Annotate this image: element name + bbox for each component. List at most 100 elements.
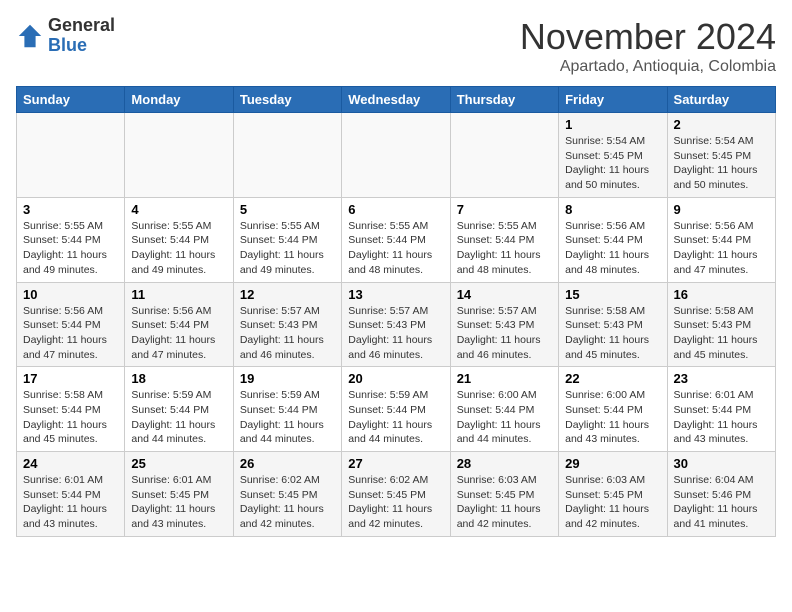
day-info: Sunrise: 5:55 AM Sunset: 5:44 PM Dayligh… bbox=[23, 219, 118, 278]
day-number: 7 bbox=[457, 202, 552, 217]
weekday-header: Thursday bbox=[450, 87, 558, 113]
calendar-week-row: 17 Sunrise: 5:58 AM Sunset: 5:44 PM Dayli… bbox=[17, 367, 776, 452]
calendar-cell: 14Sunrise: 5:57 AM Sunset: 5:43 PM Dayli… bbox=[450, 282, 558, 367]
calendar-cell: 29 Sunrise: 6:03 AM Sunset: 5:45 PM Dayli… bbox=[559, 452, 667, 537]
day-info: Sunrise: 5:57 AM Sunset: 5:43 PM Dayligh… bbox=[348, 304, 443, 363]
day-info: Sunrise: 5:55 AM Sunset: 5:44 PM Dayligh… bbox=[457, 219, 552, 278]
calendar-cell: 19 Sunrise: 5:59 AM Sunset: 5:44 PM Dayli… bbox=[233, 367, 341, 452]
day-info: Sunrise: 5:56 AM Sunset: 5:44 PM Dayligh… bbox=[565, 219, 660, 278]
calendar-cell: 10 Sunrise: 5:56 AM Sunset: 5:44 PM Dayli… bbox=[17, 282, 125, 367]
day-number: 8 bbox=[565, 202, 660, 217]
page-header: General Blue November 2024 Apartado, Ant… bbox=[16, 16, 776, 76]
day-info: Sunrise: 5:58 AM Sunset: 5:44 PM Dayligh… bbox=[23, 388, 118, 447]
day-number: 1 bbox=[565, 117, 660, 132]
logo-blue-text: Blue bbox=[48, 36, 115, 56]
calendar-cell: 9 Sunrise: 5:56 AM Sunset: 5:44 PM Daylig… bbox=[667, 197, 775, 282]
calendar-cell: 2 Sunrise: 5:54 AM Sunset: 5:45 PM Daylig… bbox=[667, 113, 775, 198]
day-number: 27 bbox=[348, 456, 443, 471]
calendar-cell: 4Sunrise: 5:55 AM Sunset: 5:44 PM Daylig… bbox=[125, 197, 233, 282]
day-info: Sunrise: 5:59 AM Sunset: 5:44 PM Dayligh… bbox=[240, 388, 335, 447]
day-number: 6 bbox=[348, 202, 443, 217]
calendar-cell bbox=[233, 113, 341, 198]
day-number: 19 bbox=[240, 371, 335, 386]
calendar-table: SundayMondayTuesdayWednesdayThursdayFrid… bbox=[16, 86, 776, 537]
day-number: 11 bbox=[131, 287, 226, 302]
day-info: Sunrise: 5:57 AM Sunset: 5:43 PM Dayligh… bbox=[457, 304, 552, 363]
logo: General Blue bbox=[16, 16, 115, 56]
weekday-header: Sunday bbox=[17, 87, 125, 113]
day-number: 2 bbox=[674, 117, 769, 132]
calendar-cell: 8 Sunrise: 5:56 AM Sunset: 5:44 PM Daylig… bbox=[559, 197, 667, 282]
day-number: 25 bbox=[131, 456, 226, 471]
day-info: Sunrise: 5:59 AM Sunset: 5:44 PM Dayligh… bbox=[131, 388, 226, 447]
day-number: 22 bbox=[565, 371, 660, 386]
day-info: Sunrise: 5:59 AM Sunset: 5:44 PM Dayligh… bbox=[348, 388, 443, 447]
calendar-cell: 17 Sunrise: 5:58 AM Sunset: 5:44 PM Dayli… bbox=[17, 367, 125, 452]
calendar-cell: 13Sunrise: 5:57 AM Sunset: 5:43 PM Dayli… bbox=[342, 282, 450, 367]
weekday-header: Wednesday bbox=[342, 87, 450, 113]
day-number: 16 bbox=[674, 287, 769, 302]
month-title: November 2024 bbox=[520, 16, 776, 58]
day-info: Sunrise: 6:00 AM Sunset: 5:44 PM Dayligh… bbox=[565, 388, 660, 447]
calendar-cell: 1 Sunrise: 5:54 AM Sunset: 5:45 PM Daylig… bbox=[559, 113, 667, 198]
day-number: 12 bbox=[240, 287, 335, 302]
title-block: November 2024 Apartado, Antioquia, Colom… bbox=[520, 16, 776, 76]
day-info: Sunrise: 5:54 AM Sunset: 5:45 PM Dayligh… bbox=[674, 134, 769, 193]
calendar-cell: 25Sunrise: 6:01 AM Sunset: 5:45 PM Dayli… bbox=[125, 452, 233, 537]
calendar-cell: 28Sunrise: 6:03 AM Sunset: 5:45 PM Dayli… bbox=[450, 452, 558, 537]
day-info: Sunrise: 5:56 AM Sunset: 5:44 PM Dayligh… bbox=[131, 304, 226, 363]
day-number: 29 bbox=[565, 456, 660, 471]
day-number: 4 bbox=[131, 202, 226, 217]
day-info: Sunrise: 6:04 AM Sunset: 5:46 PM Dayligh… bbox=[674, 473, 769, 532]
day-info: Sunrise: 5:58 AM Sunset: 5:43 PM Dayligh… bbox=[565, 304, 660, 363]
calendar-week-row: 10 Sunrise: 5:56 AM Sunset: 5:44 PM Dayli… bbox=[17, 282, 776, 367]
day-info: Sunrise: 6:02 AM Sunset: 5:45 PM Dayligh… bbox=[240, 473, 335, 532]
day-info: Sunrise: 5:57 AM Sunset: 5:43 PM Dayligh… bbox=[240, 304, 335, 363]
day-info: Sunrise: 5:55 AM Sunset: 5:44 PM Dayligh… bbox=[240, 219, 335, 278]
calendar-header-row: SundayMondayTuesdayWednesdayThursdayFrid… bbox=[17, 87, 776, 113]
day-info: Sunrise: 6:00 AM Sunset: 5:44 PM Dayligh… bbox=[457, 388, 552, 447]
calendar-cell: 22 Sunrise: 6:00 AM Sunset: 5:44 PM Dayli… bbox=[559, 367, 667, 452]
calendar-cell bbox=[342, 113, 450, 198]
day-number: 20 bbox=[348, 371, 443, 386]
day-info: Sunrise: 5:56 AM Sunset: 5:44 PM Dayligh… bbox=[23, 304, 118, 363]
day-info: Sunrise: 5:55 AM Sunset: 5:44 PM Dayligh… bbox=[348, 219, 443, 278]
calendar-cell: 12 Sunrise: 5:57 AM Sunset: 5:43 PM Dayli… bbox=[233, 282, 341, 367]
day-info: Sunrise: 6:01 AM Sunset: 5:44 PM Dayligh… bbox=[674, 388, 769, 447]
calendar-week-row: 24 Sunrise: 6:01 AM Sunset: 5:44 PM Dayli… bbox=[17, 452, 776, 537]
calendar-cell: 18Sunrise: 5:59 AM Sunset: 5:44 PM Dayli… bbox=[125, 367, 233, 452]
calendar-cell bbox=[450, 113, 558, 198]
calendar-cell: 23 Sunrise: 6:01 AM Sunset: 5:44 PM Dayli… bbox=[667, 367, 775, 452]
weekday-header: Tuesday bbox=[233, 87, 341, 113]
weekday-header: Saturday bbox=[667, 87, 775, 113]
day-info: Sunrise: 6:02 AM Sunset: 5:45 PM Dayligh… bbox=[348, 473, 443, 532]
calendar-cell: 26Sunrise: 6:02 AM Sunset: 5:45 PM Dayli… bbox=[233, 452, 341, 537]
day-info: Sunrise: 5:54 AM Sunset: 5:45 PM Dayligh… bbox=[565, 134, 660, 193]
logo-general-text: General bbox=[48, 16, 115, 36]
calendar-cell: 5 Sunrise: 5:55 AM Sunset: 5:44 PM Daylig… bbox=[233, 197, 341, 282]
calendar-week-row: 3 Sunrise: 5:55 AM Sunset: 5:44 PM Daylig… bbox=[17, 197, 776, 282]
day-number: 15 bbox=[565, 287, 660, 302]
calendar-cell: 7 Sunrise: 5:55 AM Sunset: 5:44 PM Daylig… bbox=[450, 197, 558, 282]
day-number: 23 bbox=[674, 371, 769, 386]
calendar-cell bbox=[17, 113, 125, 198]
calendar-cell: 24 Sunrise: 6:01 AM Sunset: 5:44 PM Dayli… bbox=[17, 452, 125, 537]
day-number: 17 bbox=[23, 371, 118, 386]
calendar-cell: 3 Sunrise: 5:55 AM Sunset: 5:44 PM Daylig… bbox=[17, 197, 125, 282]
day-number: 9 bbox=[674, 202, 769, 217]
day-info: Sunrise: 5:56 AM Sunset: 5:44 PM Dayligh… bbox=[674, 219, 769, 278]
calendar-cell: 16Sunrise: 5:58 AM Sunset: 5:43 PM Dayli… bbox=[667, 282, 775, 367]
calendar-cell: 15 Sunrise: 5:58 AM Sunset: 5:43 PM Dayli… bbox=[559, 282, 667, 367]
day-info: Sunrise: 6:01 AM Sunset: 5:44 PM Dayligh… bbox=[23, 473, 118, 532]
location-title: Apartado, Antioquia, Colombia bbox=[520, 58, 776, 76]
calendar-cell: 20 Sunrise: 5:59 AM Sunset: 5:44 PM Dayli… bbox=[342, 367, 450, 452]
calendar-cell: 27 Sunrise: 6:02 AM Sunset: 5:45 PM Dayli… bbox=[342, 452, 450, 537]
day-info: Sunrise: 6:03 AM Sunset: 5:45 PM Dayligh… bbox=[565, 473, 660, 532]
calendar-cell bbox=[125, 113, 233, 198]
calendar-cell: 6 Sunrise: 5:55 AM Sunset: 5:44 PM Daylig… bbox=[342, 197, 450, 282]
day-number: 10 bbox=[23, 287, 118, 302]
day-number: 5 bbox=[240, 202, 335, 217]
day-number: 3 bbox=[23, 202, 118, 217]
day-number: 30 bbox=[674, 456, 769, 471]
day-number: 24 bbox=[23, 456, 118, 471]
